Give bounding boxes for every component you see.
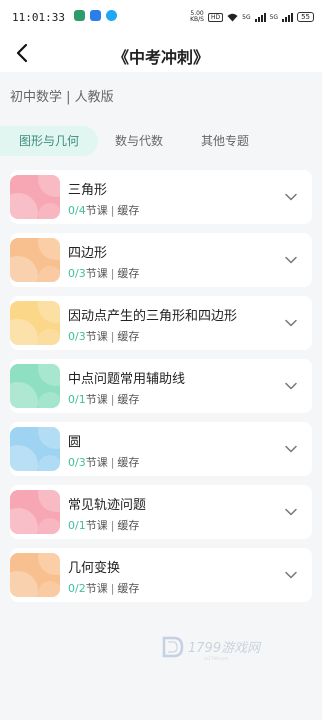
- course-meta: 0/3节课 | 缓存: [68, 265, 139, 281]
- qq-notification-icon: [106, 10, 117, 21]
- network-type-1: 5G: [242, 13, 251, 21]
- chevron-down-icon[interactable]: [284, 190, 298, 204]
- status-indicators: 5.00 KB/S HD 5G 5G 55: [190, 11, 314, 23]
- lesson-unit: 节课: [85, 204, 108, 217]
- course-title: 圆: [68, 435, 82, 450]
- chevron-down-icon[interactable]: [284, 568, 298, 582]
- course-card[interactable]: 四边形 0/3节课 | 缓存: [10, 233, 312, 287]
- meta-divider: |: [110, 393, 115, 406]
- course-progress: 0/1: [68, 393, 86, 406]
- course-edition-label: 初中数学 | 人教版: [10, 90, 114, 105]
- chevron-down-icon[interactable]: [284, 505, 298, 519]
- cache-label[interactable]: 缓存: [117, 582, 139, 595]
- cache-label[interactable]: 缓存: [117, 519, 139, 532]
- status-time: 11:01:33: [12, 11, 65, 24]
- course-meta: 0/1节课 | 缓存: [68, 391, 139, 407]
- course-thumbnail: [10, 427, 60, 471]
- chevron-down-icon[interactable]: [284, 253, 298, 267]
- course-thumbnail: [10, 553, 60, 597]
- meta-divider: |: [110, 267, 115, 280]
- course-progress: 0/1: [68, 519, 86, 532]
- svg-text:1799游戏网: 1799游戏网: [188, 641, 262, 656]
- course-title: 三角形: [68, 183, 108, 198]
- network-speed: 5.00 KB/S: [190, 11, 204, 23]
- lesson-unit: 节课: [85, 393, 108, 406]
- course-title: 几何变换: [68, 561, 121, 576]
- cache-label[interactable]: 缓存: [117, 456, 139, 469]
- course-progress: 0/3: [68, 267, 86, 280]
- cache-label[interactable]: 缓存: [117, 267, 139, 280]
- category-tabs: 图形与几何 数与代数 其他专题: [0, 122, 322, 156]
- course-thumbnail: [10, 238, 60, 282]
- wifi-icon: [227, 13, 238, 21]
- chevron-down-icon[interactable]: [284, 379, 298, 393]
- lesson-unit: 节课: [85, 519, 108, 532]
- course-thumbnail: [10, 175, 60, 219]
- course-card[interactable]: 圆 0/3节课 | 缓存: [10, 422, 312, 476]
- meta-divider: |: [110, 582, 115, 595]
- course-title: 四边形: [68, 246, 108, 261]
- tab-geometry[interactable]: 图形与几何: [0, 126, 98, 156]
- status-bar: 11:01:33 5.00 KB/S HD 5G 5G 55: [0, 0, 322, 36]
- cache-label[interactable]: 缓存: [117, 393, 139, 406]
- tab-algebra[interactable]: 数与代数: [104, 126, 174, 156]
- meta-divider: |: [110, 519, 115, 532]
- course-meta: 0/2节课 | 缓存: [68, 580, 139, 596]
- course-progress: 0/3: [68, 456, 86, 469]
- battery-icon: 55: [297, 12, 314, 22]
- tab-other-topics[interactable]: 其他专题: [188, 126, 262, 156]
- course-meta: 0/4节课 | 缓存: [68, 202, 139, 218]
- course-meta: 0/3节课 | 缓存: [68, 454, 139, 470]
- header-bar: 《中考冲刺》: [0, 36, 322, 72]
- app-notification-icon: [74, 10, 85, 21]
- course-meta: 0/1节课 | 缓存: [68, 517, 139, 533]
- svg-text:xz1799.com: xz1799.com: [204, 656, 229, 661]
- lesson-unit: 节课: [85, 267, 108, 280]
- course-thumbnail: [10, 490, 60, 534]
- notification-icons: [74, 10, 117, 21]
- course-title: 常见轨迹问题: [68, 498, 147, 513]
- meta-divider: |: [110, 204, 115, 217]
- course-title: 因动点产生的三角形和四边形: [68, 309, 238, 324]
- chevron-down-icon[interactable]: [284, 442, 298, 456]
- course-title: 中点问题常用辅助线: [68, 372, 186, 387]
- course-card[interactable]: 因动点产生的三角形和四边形 0/3节课 | 缓存: [10, 296, 312, 350]
- app-notification-icon: [90, 10, 101, 21]
- course-card[interactable]: 三角形 0/4节课 | 缓存: [10, 170, 312, 224]
- course-thumbnail: [10, 301, 60, 345]
- course-thumbnail: [10, 364, 60, 408]
- course-card[interactable]: 常见轨迹问题 0/1节课 | 缓存: [10, 485, 312, 539]
- signal-icon: [282, 12, 294, 22]
- meta-divider: |: [110, 330, 115, 343]
- watermark-logo: 1799游戏网 xz1799.com: [162, 636, 262, 661]
- network-speed-unit: KB/S: [190, 16, 204, 23]
- course-card[interactable]: 几何变换 0/2节课 | 缓存: [10, 548, 312, 602]
- course-meta: 0/3节课 | 缓存: [68, 328, 139, 344]
- network-type-2: 5G: [269, 13, 279, 21]
- meta-divider: |: [110, 456, 115, 469]
- page-title: 《中考冲刺》: [112, 48, 209, 67]
- hd-badge: HD: [208, 12, 224, 22]
- course-progress: 0/4: [68, 204, 86, 217]
- cache-label[interactable]: 缓存: [117, 204, 139, 217]
- lesson-unit: 节课: [85, 330, 108, 343]
- chevron-down-icon[interactable]: [284, 316, 298, 330]
- signal-icon: [254, 12, 266, 22]
- lesson-unit: 节课: [85, 582, 108, 595]
- cache-label[interactable]: 缓存: [117, 330, 139, 343]
- lesson-unit: 节课: [85, 456, 108, 469]
- course-progress: 0/2: [68, 582, 86, 595]
- course-progress: 0/3: [68, 330, 86, 343]
- course-card[interactable]: 中点问题常用辅助线 0/1节课 | 缓存: [10, 359, 312, 413]
